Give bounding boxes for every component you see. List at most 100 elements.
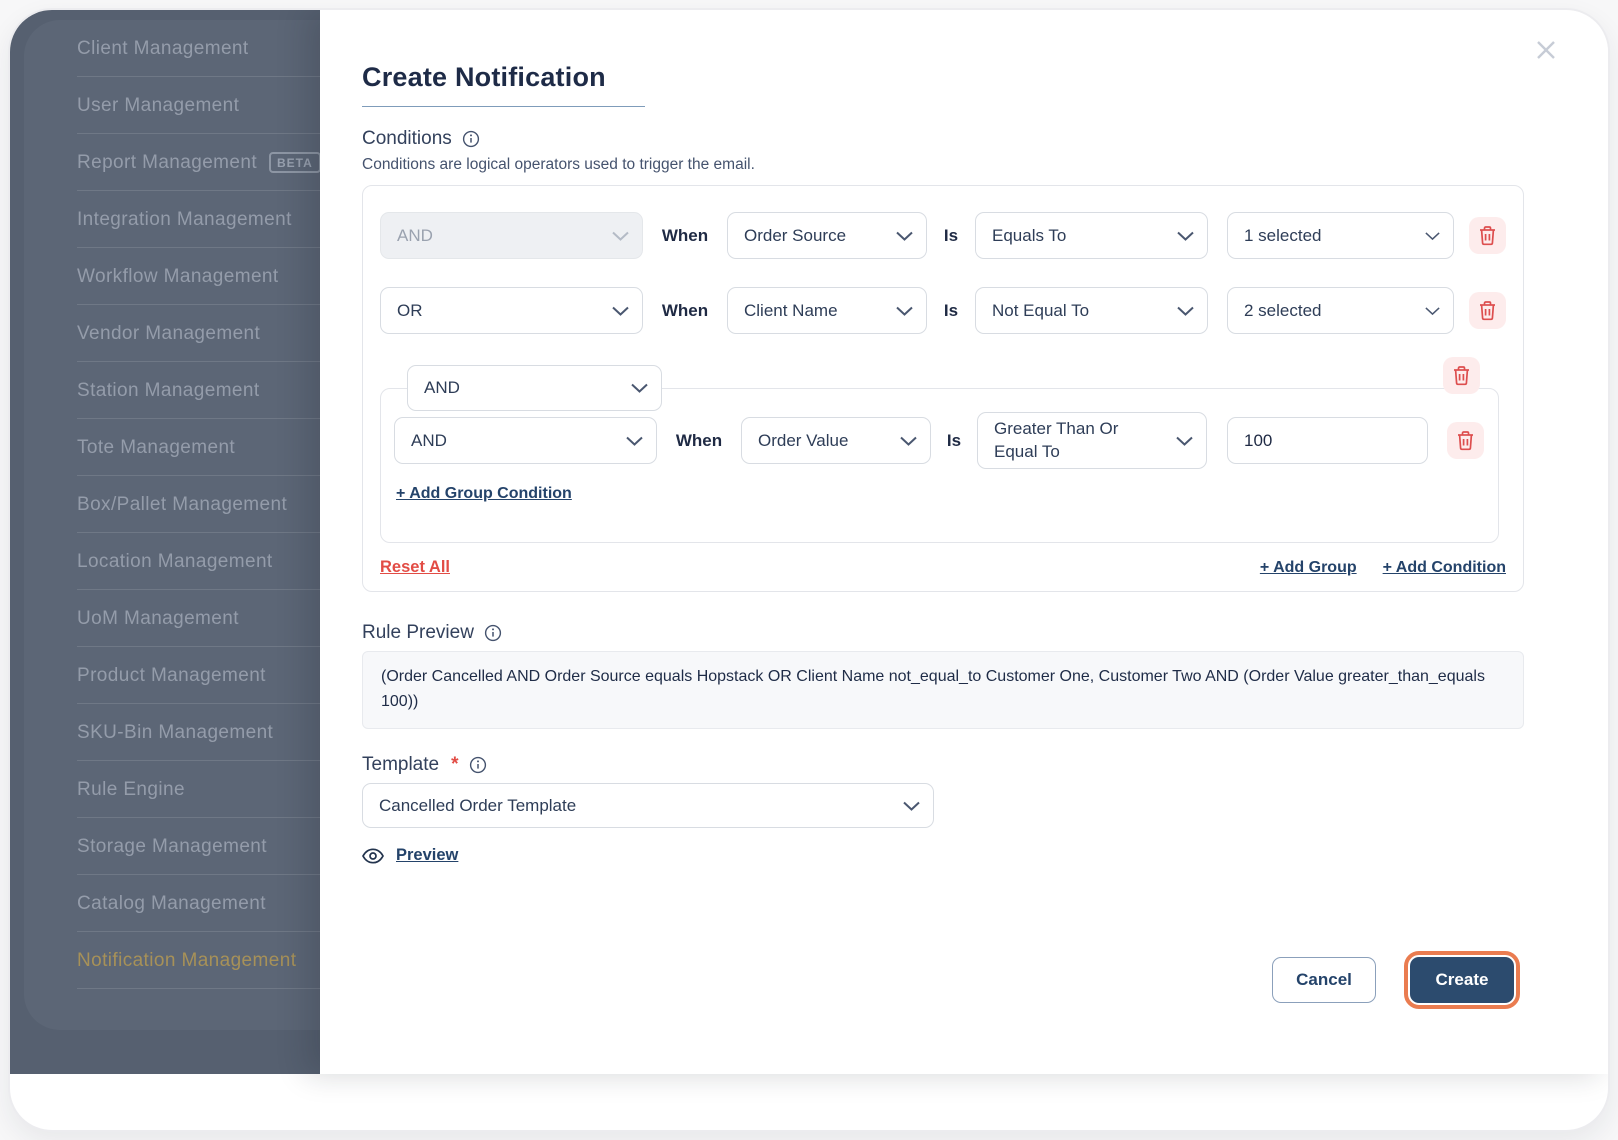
field-value: Client Name xyxy=(744,301,838,321)
when-label: When xyxy=(643,226,727,246)
sidebar-item[interactable]: Box/Pallet Management xyxy=(10,476,320,533)
sidebar-item-label: UoM Management xyxy=(77,608,239,630)
chevron-down-icon xyxy=(896,231,913,241)
field-value: Order Value xyxy=(758,431,848,451)
add-group-link[interactable]: + Add Group xyxy=(1260,559,1357,577)
chevron-down-icon xyxy=(626,436,643,446)
chevron-down-icon xyxy=(896,306,913,316)
sidebar-item-label: Workflow Management xyxy=(77,266,279,288)
sidebar-item[interactable]: Station Management xyxy=(10,362,320,419)
comparator-value: Equals To xyxy=(992,226,1066,246)
comparator-value: Greater Than Or Equal To xyxy=(994,418,1162,462)
comparator-dropdown[interactable]: Equals To xyxy=(975,212,1208,259)
sidebar-item[interactable]: UoM Management xyxy=(10,590,320,647)
app-frame: Client Management User Management Report… xyxy=(8,8,1610,1132)
sidebar-item[interactable]: Location Management xyxy=(10,533,320,590)
comparator-dropdown[interactable]: Greater Than Or Equal To xyxy=(977,412,1207,469)
sidebar: Client Management User Management Report… xyxy=(10,20,320,989)
chevron-down-icon xyxy=(1177,231,1194,241)
title-underline xyxy=(362,106,645,107)
required-asterisk: * xyxy=(451,754,458,776)
sidebar-item[interactable]: SKU-Bin Management xyxy=(10,704,320,761)
template-heading: Template xyxy=(362,754,439,776)
close-icon[interactable] xyxy=(1532,36,1560,64)
delete-group-button[interactable] xyxy=(1443,357,1480,394)
create-notification-modal: Create Notification Conditions Condition… xyxy=(320,10,1610,1074)
sidebar-item[interactable]: Workflow Management xyxy=(10,248,320,305)
sidebar-item-label: Client Management xyxy=(77,38,249,60)
value-dropdown[interactable]: 2 selected xyxy=(1227,287,1454,334)
sidebar-item[interactable]: Vendor Management xyxy=(10,305,320,362)
group-operator-dropdown[interactable]: AND xyxy=(407,365,662,411)
sidebar-item-label: Box/Pallet Management xyxy=(77,494,287,516)
selected-count: 1 selected xyxy=(1244,226,1322,246)
sidebar-item[interactable]: Report Management BETA xyxy=(10,134,320,191)
is-label: Is xyxy=(931,431,977,451)
sidebar-item-label: Product Management xyxy=(77,665,266,687)
chevron-down-icon xyxy=(612,231,629,241)
delete-condition-button[interactable] xyxy=(1469,292,1506,329)
trash-icon xyxy=(1452,365,1471,386)
sidebar-item-label: Notification Management xyxy=(77,950,296,972)
info-icon xyxy=(462,130,480,148)
operator-value: AND xyxy=(411,431,447,451)
field-dropdown[interactable]: Order Value xyxy=(741,417,931,464)
template-value: Cancelled Order Template xyxy=(379,796,576,816)
chevron-down-icon xyxy=(903,801,920,811)
logical-operator-dropdown[interactable]: OR xyxy=(380,287,643,334)
condition-value-input[interactable] xyxy=(1227,417,1428,464)
comparator-value: Not Equal To xyxy=(992,301,1089,321)
selected-count: 2 selected xyxy=(1244,301,1322,321)
sidebar-item-label: Rule Engine xyxy=(77,779,185,801)
sidebar-item[interactable]: User Management xyxy=(10,77,320,134)
sidebar-item-label: Location Management xyxy=(77,551,273,573)
eye-icon xyxy=(362,848,384,864)
cancel-button[interactable]: Cancel xyxy=(1272,957,1376,1003)
sidebar-item[interactable]: Integration Management xyxy=(10,191,320,248)
modal-title: Create Notification xyxy=(362,62,606,93)
sidebar-item[interactable]: Storage Management xyxy=(10,818,320,875)
field-dropdown[interactable]: Order Source xyxy=(727,212,927,259)
preview-link: Preview xyxy=(396,846,458,865)
sidebar-item-label: Tote Management xyxy=(77,437,235,459)
delete-condition-button[interactable] xyxy=(1447,422,1484,459)
sidebar-item[interactable]: Rule Engine xyxy=(10,761,320,818)
value-dropdown[interactable]: 1 selected xyxy=(1227,212,1454,259)
chevron-down-icon xyxy=(1425,306,1440,315)
field-value: Order Source xyxy=(744,226,846,246)
condition-row: OR When Client Name Is Not Equal To 2 se… xyxy=(380,287,1506,334)
group-condition-row: AND When Order Value Is Greater Than Or … xyxy=(394,412,1484,469)
conditions-card: AND When Order Source Is Equals To 1 sel… xyxy=(362,185,1524,592)
sidebar-item[interactable]: Notification Management xyxy=(10,932,320,989)
trash-icon xyxy=(1478,225,1497,246)
delete-condition-button[interactable] xyxy=(1469,217,1506,254)
chevron-down-icon xyxy=(1176,436,1193,446)
operator-value: OR xyxy=(397,301,423,321)
rule-preview-heading: Rule Preview xyxy=(362,622,474,644)
conditions-heading: Conditions xyxy=(362,128,452,150)
template-dropdown[interactable]: Cancelled Order Template xyxy=(362,783,934,828)
field-dropdown[interactable]: Client Name xyxy=(727,287,927,334)
logical-operator-dropdown[interactable]: AND xyxy=(394,417,657,464)
sidebar-item[interactable]: Catalog Management xyxy=(10,875,320,932)
template-preview-action[interactable]: Preview xyxy=(362,846,458,865)
create-button[interactable]: Create xyxy=(1410,957,1514,1003)
sidebar-item-label: Catalog Management xyxy=(77,893,266,915)
info-icon xyxy=(484,624,502,642)
conditions-description: Conditions are logical operators used to… xyxy=(362,156,755,174)
reset-all-link[interactable]: Reset All xyxy=(380,558,450,577)
sidebar-item[interactable]: Client Management xyxy=(10,20,320,77)
sidebar-item-label: Storage Management xyxy=(77,836,267,858)
rule-preview-text: (Order Cancelled AND Order Source equals… xyxy=(362,651,1524,729)
sidebar-backdrop: Client Management User Management Report… xyxy=(10,10,320,1074)
sidebar-item[interactable]: Tote Management xyxy=(10,419,320,476)
add-group-condition-link[interactable]: + Add Group Condition xyxy=(396,485,572,503)
sidebar-item[interactable]: Product Management xyxy=(10,647,320,704)
comparator-dropdown[interactable]: Not Equal To xyxy=(975,287,1208,334)
sidebar-item-label: Integration Management xyxy=(77,209,292,231)
add-condition-link[interactable]: + Add Condition xyxy=(1383,559,1506,577)
trash-icon xyxy=(1456,430,1475,451)
condition-row: AND When Order Source Is Equals To 1 sel… xyxy=(380,212,1506,259)
sidebar-item-label: SKU-Bin Management xyxy=(77,722,273,744)
info-icon xyxy=(469,756,487,774)
